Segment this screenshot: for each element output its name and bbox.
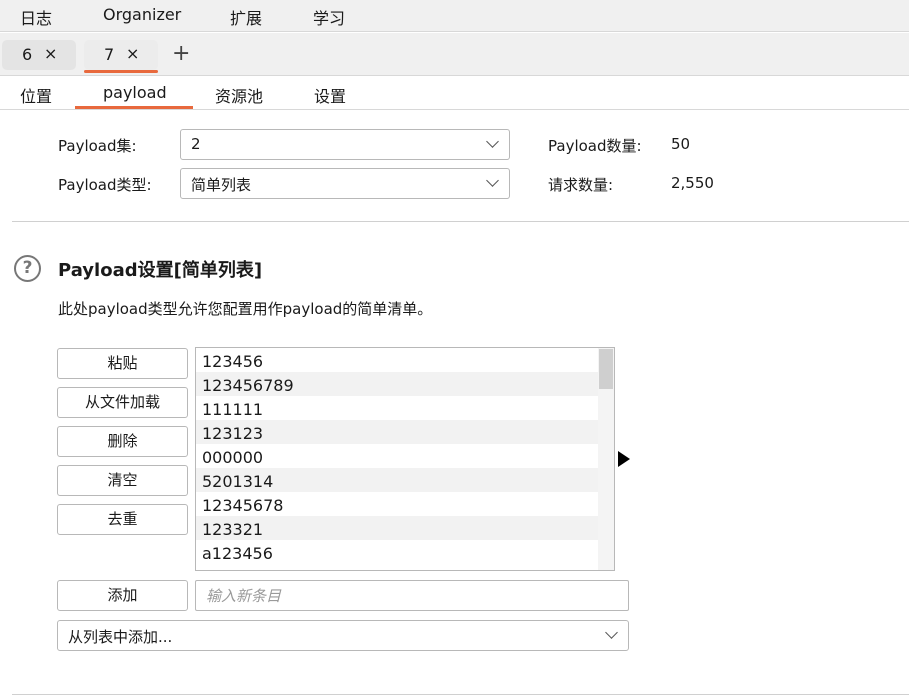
- payload-set-value: 2: [191, 135, 201, 153]
- clear-button[interactable]: 清空: [57, 465, 188, 496]
- deduplicate-button[interactable]: 去重: [57, 504, 188, 535]
- list-item[interactable]: 123456: [196, 348, 599, 372]
- request-count-label: 请求数量:: [548, 176, 614, 194]
- chevron-down-icon: [605, 626, 618, 639]
- request-tab-bar: 6 × 7 × +: [0, 33, 909, 76]
- payload-type-value: 简单列表: [191, 176, 252, 194]
- list-item[interactable]: 12345678: [196, 492, 599, 516]
- list-item[interactable]: 5201314: [196, 468, 599, 492]
- menu-bar: 日志 Organizer 扩展 学习: [0, 0, 909, 32]
- list-item[interactable]: 123123: [196, 420, 599, 444]
- chevron-down-icon: [486, 135, 499, 148]
- tab-settings[interactable]: 设置: [314, 83, 346, 107]
- tab-label: 6: [22, 45, 33, 64]
- menu-item-organizer[interactable]: Organizer: [103, 5, 181, 24]
- help-icon[interactable]: ?: [14, 255, 41, 282]
- add-from-list-value: 从列表中添加...: [68, 628, 173, 646]
- tab-label: 7: [104, 45, 115, 64]
- close-icon[interactable]: ×: [44, 44, 57, 63]
- payload-count-value: 50: [671, 135, 691, 153]
- payload-set-label: Payload集:: [58, 137, 137, 155]
- new-item-input[interactable]: [195, 580, 629, 611]
- section-title: Payload设置[简单列表]: [58, 260, 263, 281]
- payload-list[interactable]: 123456 123456789 111111 123123 000000 52…: [195, 347, 615, 571]
- payload-count-label: Payload数量:: [548, 137, 642, 155]
- add-button[interactable]: 添加: [57, 580, 188, 611]
- request-count-value: 2,550: [671, 174, 714, 192]
- list-item[interactable]: 123456789: [196, 372, 599, 396]
- add-from-list-select[interactable]: 从列表中添加...: [57, 620, 629, 651]
- menu-item-extensions[interactable]: 扩展: [230, 5, 262, 29]
- scrollbar-thumb[interactable]: [599, 349, 613, 389]
- request-tab-6[interactable]: 6 ×: [2, 40, 76, 70]
- menu-item-log[interactable]: 日志: [20, 5, 52, 29]
- tab-positions[interactable]: 位置: [20, 83, 52, 107]
- payload-type-label: Payload类型:: [58, 176, 152, 194]
- section-description: 此处payload类型允许您配置用作payload的简单清单。: [58, 300, 433, 318]
- list-item[interactable]: a123456: [196, 540, 599, 564]
- intruder-subtab-bar: 位置 payload 资源池 设置: [0, 77, 909, 110]
- section-divider: [12, 694, 909, 695]
- list-item[interactable]: 000000: [196, 444, 599, 468]
- close-icon[interactable]: ×: [126, 44, 139, 63]
- payload-set-select[interactable]: 2: [180, 129, 510, 160]
- chevron-down-icon: [486, 174, 499, 187]
- list-item[interactable]: 111111: [196, 396, 599, 420]
- cursor-arrow-icon: [618, 451, 630, 467]
- tab-payloads[interactable]: payload: [75, 83, 193, 109]
- request-tab-7[interactable]: 7 ×: [84, 40, 158, 73]
- load-from-file-button[interactable]: 从文件加载: [57, 387, 188, 418]
- tab-resource-pool[interactable]: 资源池: [215, 83, 263, 107]
- vertical-scrollbar[interactable]: [598, 348, 614, 570]
- menu-item-learn[interactable]: 学习: [313, 5, 345, 29]
- payload-type-select[interactable]: 简单列表: [180, 168, 510, 199]
- remove-button[interactable]: 删除: [57, 426, 188, 457]
- list-item[interactable]: 123321: [196, 516, 599, 540]
- plus-icon[interactable]: +: [172, 41, 190, 66]
- paste-button[interactable]: 粘贴: [57, 348, 188, 379]
- section-divider: [12, 221, 909, 222]
